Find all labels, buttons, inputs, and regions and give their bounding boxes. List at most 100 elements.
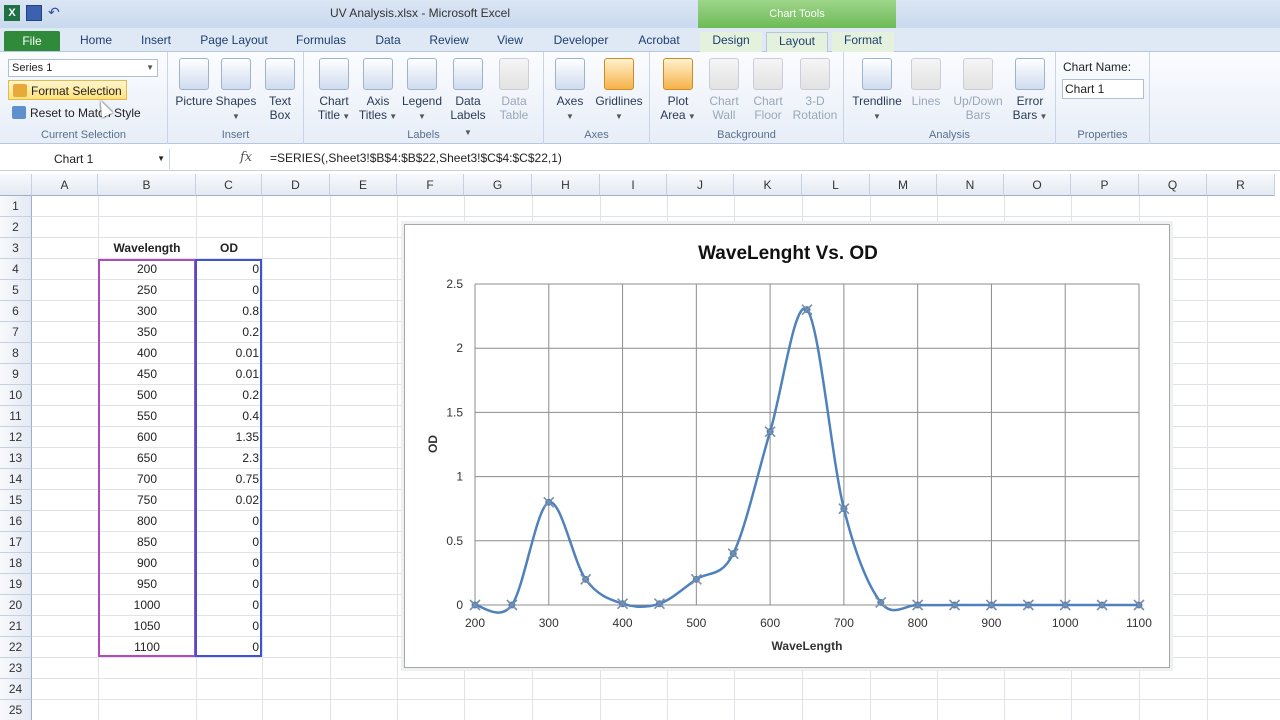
y-tick-label: 2: [456, 341, 463, 355]
picture-button[interactable]: Picture: [174, 58, 214, 108]
3d-rotation-button[interactable]: 3-D Rotation: [790, 58, 840, 122]
row-header-11[interactable]: 11: [0, 406, 32, 427]
row-header-13[interactable]: 13: [0, 448, 32, 469]
reset-to-match-style-button[interactable]: Reset to Match Style: [8, 103, 141, 123]
chart-svg[interactable]: 200 300 400 500 600 700 800 900 1000 1100 0 0.5 1 1.5…: [405, 225, 1171, 669]
row-header-23[interactable]: 23: [0, 658, 32, 679]
chart-title-button[interactable]: Chart Title ▼: [312, 58, 356, 124]
gridline: [32, 216, 1280, 217]
data-labels-button[interactable]: Data Labels ▼: [446, 58, 490, 140]
formula-input[interactable]: =SERIES(,Sheet3!$B$4:$B$22,Sheet3!$C$4:$…: [270, 151, 562, 165]
row-header-3[interactable]: 3: [0, 238, 32, 259]
trendline-button[interactable]: Trendline ▼: [850, 58, 904, 124]
row-header-16[interactable]: 16: [0, 511, 32, 532]
cell-c3-header-od[interactable]: OD: [196, 238, 262, 259]
data-table-button[interactable]: Data Table: [492, 58, 536, 122]
row-header-24[interactable]: 24: [0, 679, 32, 700]
format-selection-button[interactable]: Format Selection: [8, 80, 127, 100]
column-header-a[interactable]: A: [32, 174, 98, 196]
cell-b3-header-wavelength[interactable]: Wavelength: [98, 238, 196, 259]
ribbon-layout: Series 1 ▼ Format Selection Reset to Mat…: [0, 52, 1280, 144]
row-header-10[interactable]: 10: [0, 385, 32, 406]
row-header-1[interactable]: 1: [0, 196, 32, 217]
tab-data[interactable]: Data: [368, 32, 408, 52]
insert-function-icon[interactable]: fx: [240, 150, 252, 165]
column-header-n[interactable]: N: [937, 174, 1004, 196]
tab-view[interactable]: View: [490, 32, 530, 52]
tab-review[interactable]: Review: [424, 32, 474, 52]
shapes-button[interactable]: Shapes ▼: [214, 58, 258, 124]
plot-area-button[interactable]: Plot Area ▼: [656, 58, 700, 124]
row-header-20[interactable]: 20: [0, 595, 32, 616]
tab-design[interactable]: Design: [700, 32, 762, 52]
legend-button[interactable]: Legend ▼: [400, 58, 444, 124]
column-header-e[interactable]: E: [330, 174, 397, 196]
column-header-b[interactable]: B: [98, 174, 196, 196]
group-analysis: Trendline ▼ Lines Up/Down Bars Error Bars…: [844, 52, 1056, 144]
row-header-5[interactable]: 5: [0, 280, 32, 301]
row-header-21[interactable]: 21: [0, 616, 32, 637]
column-header-d[interactable]: D: [262, 174, 330, 196]
tab-home[interactable]: Home: [74, 32, 118, 52]
row-header-2[interactable]: 2: [0, 217, 32, 238]
tab-layout[interactable]: Layout: [766, 32, 828, 52]
column-header-k[interactable]: K: [734, 174, 802, 196]
chart-element-dropdown[interactable]: Series 1 ▼: [8, 59, 158, 77]
chevron-down-icon: ▼: [232, 112, 240, 121]
chart-object[interactable]: 200 300 400 500 600 700 800 900 1000 1100 0 0.5 1 1.5…: [404, 224, 1170, 668]
column-header-f[interactable]: F: [397, 174, 464, 196]
text-box-button[interactable]: Text Box: [260, 58, 300, 122]
row-header-19[interactable]: 19: [0, 574, 32, 595]
error-bars-button[interactable]: Error Bars ▼: [1008, 58, 1052, 124]
row-header-18[interactable]: 18: [0, 553, 32, 574]
tab-developer[interactable]: Developer: [548, 32, 614, 52]
tab-formulas[interactable]: Formulas: [290, 32, 352, 52]
select-all-corner[interactable]: [0, 174, 32, 196]
tab-page-layout[interactable]: Page Layout: [196, 32, 272, 52]
series-y-range-highlight[interactable]: [195, 259, 262, 657]
group-background: Plot Area ▼ Chart Wall Chart Floor 3-D R…: [650, 52, 844, 144]
gridlines-button[interactable]: Gridlines ▼: [592, 58, 646, 124]
row-header-8[interactable]: 8: [0, 343, 32, 364]
row-header-12[interactable]: 12: [0, 427, 32, 448]
row-header-14[interactable]: 14: [0, 469, 32, 490]
tab-insert[interactable]: Insert: [134, 32, 178, 52]
group-label-axes: Axes: [584, 129, 609, 141]
column-header-g[interactable]: G: [464, 174, 532, 196]
y-tick-label: 2.5: [446, 277, 463, 291]
chart-wall-button[interactable]: Chart Wall: [702, 58, 746, 122]
row-header-25[interactable]: 25: [0, 700, 32, 720]
row-header-22[interactable]: 22: [0, 637, 32, 658]
tab-file[interactable]: File: [4, 31, 60, 51]
chart-name-input[interactable]: Chart 1: [1062, 79, 1144, 99]
tab-format[interactable]: Format: [832, 32, 894, 52]
name-box[interactable]: Chart 1 ▼: [4, 149, 170, 169]
column-header-m[interactable]: M: [870, 174, 937, 196]
column-header-r[interactable]: R: [1207, 174, 1275, 196]
column-header-q[interactable]: Q: [1139, 174, 1207, 196]
column-header-o[interactable]: O: [1004, 174, 1071, 196]
row-header-7[interactable]: 7: [0, 322, 32, 343]
y-tick-label: 0: [456, 598, 463, 612]
row-header-15[interactable]: 15: [0, 490, 32, 511]
column-header-j[interactable]: J: [667, 174, 734, 196]
row-header-4[interactable]: 4: [0, 259, 32, 280]
group-current-selection: Series 1 ▼ Format Selection Reset to Mat…: [0, 52, 168, 144]
data-table-label-2: Table: [499, 108, 529, 122]
column-header-p[interactable]: P: [1071, 174, 1139, 196]
column-header-c[interactable]: C: [196, 174, 262, 196]
axis-titles-button[interactable]: Axis Titles ▼: [356, 58, 400, 124]
chart-floor-button[interactable]: Chart Floor: [746, 58, 790, 122]
series-x-range-highlight[interactable]: [98, 259, 196, 657]
column-header-l[interactable]: L: [802, 174, 870, 196]
column-header-i[interactable]: I: [600, 174, 667, 196]
column-header-h[interactable]: H: [532, 174, 600, 196]
row-header-6[interactable]: 6: [0, 301, 32, 322]
trendline-icon: [862, 58, 892, 90]
row-header-9[interactable]: 9: [0, 364, 32, 385]
lines-button[interactable]: Lines: [906, 58, 946, 108]
tab-acrobat[interactable]: Acrobat: [632, 32, 686, 52]
up-down-bars-button[interactable]: Up/Down Bars: [950, 58, 1006, 122]
row-header-17[interactable]: 17: [0, 532, 32, 553]
axes-button[interactable]: Axes ▼: [550, 58, 590, 124]
